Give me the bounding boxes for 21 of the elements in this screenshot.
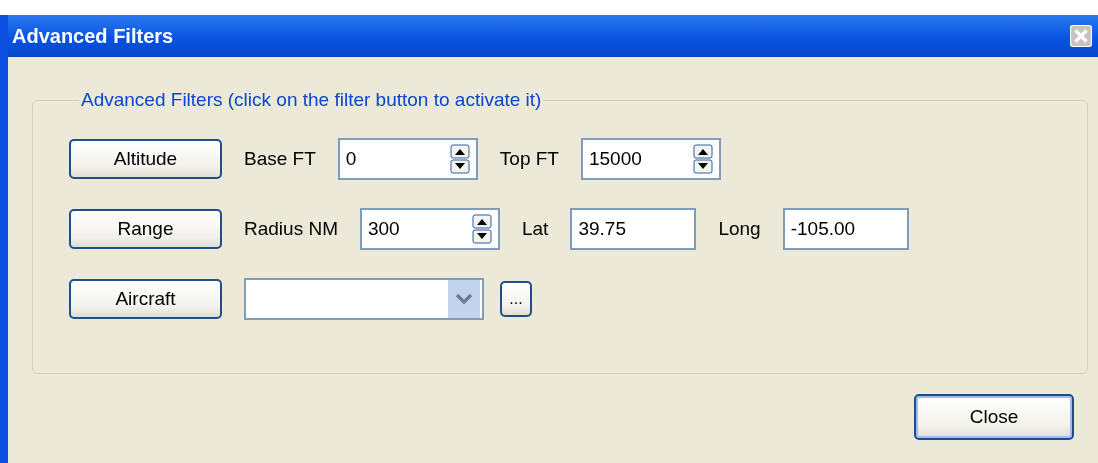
filter-button[interactable]: Aircraft [69,279,222,319]
spinner-arrows-icon[interactable] [472,214,492,244]
window-title: Advanced Filters [12,24,174,48]
spinner-arrows-icon[interactable] [449,144,470,174]
browse-button[interactable]: ... [500,281,532,317]
field-label: Long [718,218,761,240]
spinner-arrows-icon[interactable] [692,144,713,174]
field-label: Lat [522,218,549,240]
close-button[interactable]: Close [914,394,1074,440]
group-legend: Advanced Filters (click on the filter button to activate it) [79,89,544,111]
dropdown-field[interactable] [244,278,484,320]
spinner-field[interactable]: 0 [337,138,478,180]
filter-button[interactable]: Altitude [69,139,222,179]
field-label: Radius NM [244,218,338,240]
field-label: Top FT [499,148,559,170]
field-label: Base FT [244,148,316,170]
spinner-field[interactable]: 300 [360,208,500,250]
text-field[interactable]: -105.00 [782,208,909,250]
text-field[interactable]: 39.75 [570,208,697,250]
filter-button[interactable]: Range [69,209,222,249]
spinner-field[interactable]: 15000 [580,138,721,180]
